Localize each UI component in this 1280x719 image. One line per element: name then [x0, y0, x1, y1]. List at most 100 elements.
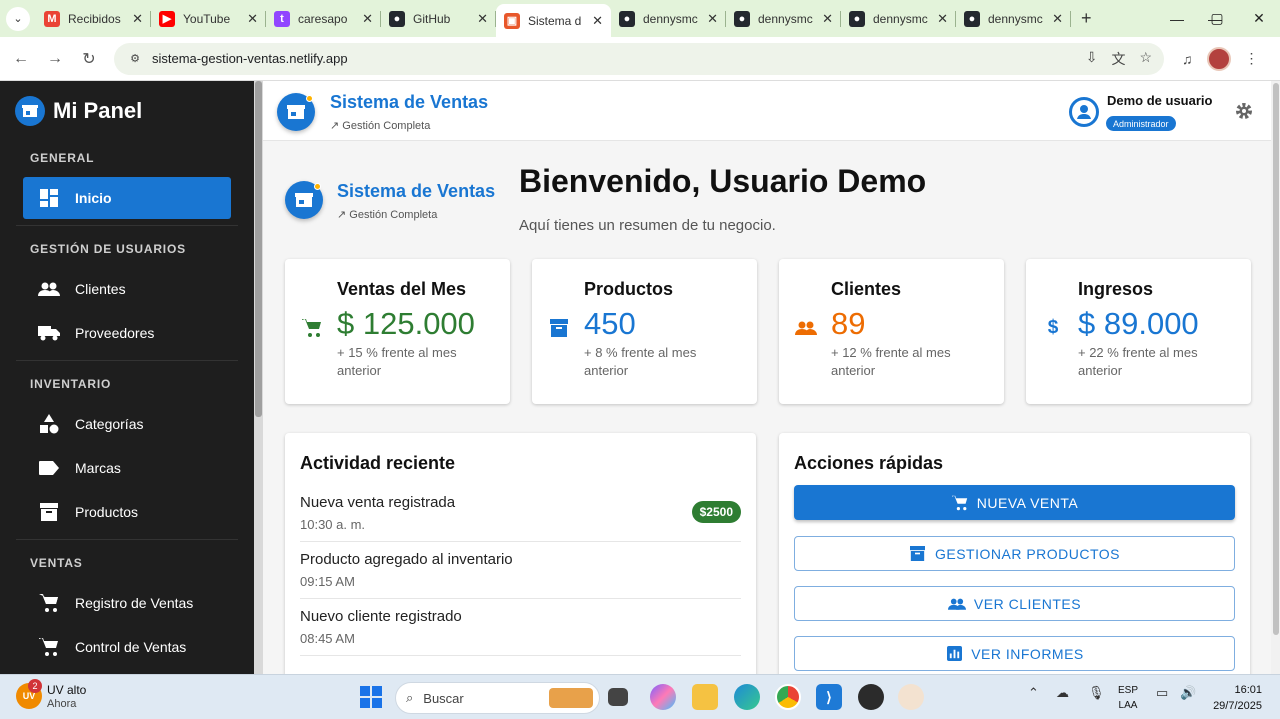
- bookmark-star-icon[interactable]: ☆: [1139, 49, 1152, 69]
- browser-tab[interactable]: ● dennysmc ✕: [841, 0, 956, 37]
- browser-tab[interactable]: ● GitHub ✕: [381, 0, 496, 37]
- sidebar-item-marcas[interactable]: Marcas: [23, 447, 231, 489]
- system-clock[interactable]: 16:01 29/7/2025: [1206, 682, 1262, 714]
- activity-item-title: Nueva venta registrada: [300, 494, 456, 511]
- keyboard-layout: LAA: [1118, 700, 1138, 711]
- sidebar-item-registro-ventas[interactable]: Registro de Ventas: [23, 582, 231, 624]
- sidebar-item-clientes[interactable]: Clientes: [23, 268, 231, 310]
- tab-title: caresapo: [298, 11, 348, 26]
- browser-tab[interactable]: ● dennysmc ✕: [611, 0, 726, 37]
- microphone-icon[interactable]: 🎙: [1088, 685, 1105, 701]
- nueva-venta-button[interactable]: NUEVA VENTA: [794, 485, 1235, 520]
- mascot-app-icon[interactable]: [898, 684, 924, 710]
- media-controls-icon[interactable]: ♫: [1182, 51, 1193, 67]
- close-tab-icon[interactable]: ✕: [937, 11, 948, 27]
- list-item: Nuevo cliente registrado 08:45 AM: [300, 599, 741, 656]
- stat-label: Clientes: [831, 279, 902, 299]
- browser-tab[interactable]: ▶ YouTube ✕: [151, 0, 266, 37]
- page-scroll-thumb[interactable]: [1273, 83, 1279, 635]
- page-scrollbar[interactable]: [1271, 81, 1280, 674]
- profile-avatar[interactable]: [1206, 46, 1231, 71]
- sidebar-item-inicio[interactable]: Inicio: [23, 177, 231, 219]
- browser-tab[interactable]: M Recibidos ✕: [36, 0, 151, 37]
- show-hidden-icons-icon[interactable]: ⌃: [1028, 685, 1039, 701]
- close-tab-icon[interactable]: ✕: [822, 11, 833, 27]
- github-icon: ●: [849, 10, 865, 27]
- language-indicator[interactable]: ESP LAA: [1118, 683, 1138, 713]
- vscode-icon[interactable]: ⟩: [816, 684, 842, 710]
- address-bar[interactable]: ⚙ sistema-gestion-ventas.netlify.app ⇩ 文…: [114, 42, 1164, 75]
- translate-icon[interactable]: 文: [1111, 49, 1125, 69]
- sidebar-item-productos[interactable]: Productos: [23, 491, 231, 533]
- browser-tab[interactable]: t caresapo ✕: [266, 0, 381, 37]
- account-circle-icon[interactable]: [1069, 97, 1099, 127]
- ver-informes-button[interactable]: VER INFORMES: [794, 636, 1235, 671]
- back-icon[interactable]: ←: [4, 50, 38, 68]
- task-view-icon[interactable]: [608, 688, 628, 706]
- maximize-icon[interactable]: ▢: [1198, 0, 1236, 37]
- close-tab-icon[interactable]: ✕: [592, 13, 603, 29]
- clock-time: 16:01: [1234, 684, 1262, 696]
- user-name: Demo de usuario: [1107, 93, 1213, 108]
- twitch-icon: t: [274, 10, 290, 27]
- store-logo-icon: [277, 93, 315, 131]
- sidebar-scroll-thumb[interactable]: [255, 81, 262, 417]
- stat-change: + 12 % frente al mes anterior: [831, 345, 951, 378]
- close-tab-icon[interactable]: ✕: [1052, 11, 1063, 27]
- logo-title: Sistema de Ventas: [337, 181, 496, 201]
- file-explorer-icon[interactable]: [692, 684, 718, 710]
- page-subtitle: Aquí tienes un resumen de tu negocio.: [519, 217, 776, 234]
- close-tab-icon[interactable]: ✕: [362, 11, 373, 27]
- inventory-box-icon: [548, 317, 570, 339]
- activity-item-title: Nuevo cliente registrado: [300, 608, 462, 625]
- stat-change: + 8 % frente al mes anterior: [584, 345, 697, 378]
- browser-menu-icon[interactable]: ⋮: [1245, 50, 1259, 67]
- sidebar-item-categorias[interactable]: Categorías: [23, 403, 231, 445]
- close-tab-icon[interactable]: ✕: [247, 11, 258, 27]
- new-tab-icon[interactable]: +: [1081, 8, 1092, 29]
- stat-change: + 22 % frente al mes anterior: [1078, 345, 1198, 378]
- gear-icon[interactable]: [1235, 102, 1253, 120]
- sidebar-item-control-ventas[interactable]: Control de Ventas: [23, 626, 231, 668]
- ver-clientes-button[interactable]: VER CLIENTES: [794, 586, 1235, 621]
- chrome-icon[interactable]: [775, 684, 801, 710]
- close-tab-icon[interactable]: ✕: [132, 11, 143, 27]
- browser-tab[interactable]: ▣ Sistema d ✕: [496, 4, 611, 37]
- close-tab-icon[interactable]: ✕: [477, 11, 488, 27]
- network-icon[interactable]: ▭: [1156, 685, 1168, 701]
- sidebar-scrollbar[interactable]: [254, 81, 263, 674]
- game-app-icon[interactable]: [858, 684, 884, 710]
- tab-title: Recibidos: [68, 11, 121, 26]
- stat-label: Ventas del Mes: [337, 279, 467, 299]
- close-window-icon[interactable]: ✕: [1240, 0, 1278, 37]
- sidebar-item-proveedores[interactable]: Proveedores: [23, 312, 231, 354]
- cloud-sync-icon[interactable]: ☁: [1056, 685, 1069, 701]
- windows-start-icon[interactable]: [358, 684, 384, 710]
- gestionar-productos-button[interactable]: GESTIONAR PRODUCTOS: [794, 536, 1235, 571]
- store-logo-icon: [285, 181, 323, 219]
- stat-value: 450: [584, 306, 636, 341]
- trending-icon: ↗: [330, 120, 343, 132]
- cart-icon: [37, 591, 61, 615]
- stat-value: $ 125.000: [337, 306, 475, 341]
- edge-icon[interactable]: [734, 684, 760, 710]
- close-tab-icon[interactable]: ✕: [707, 11, 718, 27]
- stat-card-clientes: Clientes 89 + 12 % frente al mes anterio…: [779, 259, 1004, 404]
- stat-card-ventas: Ventas del Mes $ 125.000 + 15 % frente a…: [285, 259, 510, 404]
- tab-title: YouTube: [183, 11, 231, 26]
- taskbar-search[interactable]: ⌕ Buscar: [395, 682, 600, 714]
- reload-icon[interactable]: ↻: [72, 49, 106, 69]
- forward-icon[interactable]: →: [38, 50, 72, 68]
- sidebar: Mi Panel GENERAL Inicio GESTIÓN DE USUAR…: [0, 81, 254, 674]
- sidebar-item-label: Categorías: [75, 416, 144, 432]
- tab-search-menu-icon[interactable]: ⌄: [6, 6, 30, 31]
- github-icon: ●: [389, 10, 405, 27]
- minimize-window-icon[interactable]: —: [1158, 0, 1196, 37]
- browser-tab[interactable]: ● dennysmc ✕: [956, 0, 1071, 37]
- site-info-icon[interactable]: ⚙: [126, 50, 144, 68]
- browser-tab[interactable]: ● dennysmc ✕: [726, 0, 841, 37]
- volume-icon[interactable]: 🔊: [1180, 685, 1196, 701]
- url-text: sistema-gestion-ventas.netlify.app: [152, 51, 348, 66]
- install-app-icon[interactable]: ⇩: [1086, 49, 1098, 69]
- copilot-icon[interactable]: [650, 684, 676, 710]
